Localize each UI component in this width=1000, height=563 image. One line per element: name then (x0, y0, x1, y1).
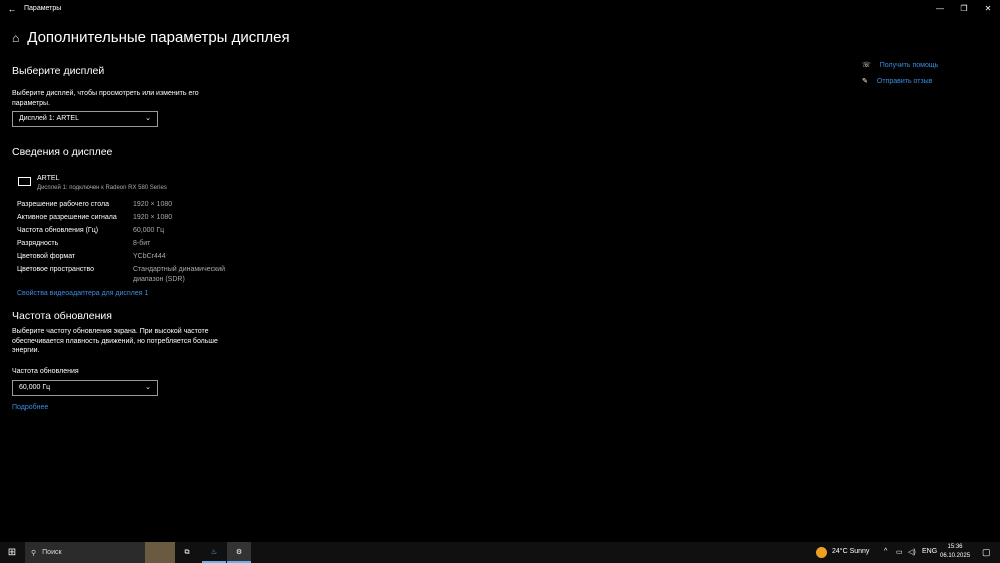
more-info-link[interactable]: Подробнее (12, 404, 48, 411)
refresh-rate-select[interactable]: 60,000 Гц ⌄ (12, 380, 158, 396)
help-icon: ☏ (862, 62, 871, 69)
window-title: Параметры (24, 5, 62, 12)
search-icon: ⚲ (31, 549, 37, 557)
date: 06.10.2025 (940, 553, 971, 559)
info-row: Частота обновления (Гц) 60,000 Гц (17, 226, 243, 239)
chevron-up-icon[interactable]: ^ (884, 548, 887, 555)
weather-sun-icon[interactable] (816, 547, 827, 558)
select-display-heading: Выберите дисплей (12, 65, 105, 77)
start-windows-icon[interactable]: ⊞ (0, 542, 24, 563)
restore-button[interactable]: ❐ (951, 0, 977, 17)
refresh-select-value: 60,000 Гц (19, 384, 51, 391)
network-icon[interactable]: ▭ (896, 548, 903, 556)
adapter-properties-link[interactable]: Свойства видеоадаптера для дисплея 1 (17, 290, 148, 297)
info-key: Частота обновления (Гц) (17, 227, 99, 234)
language-indicator[interactable]: ENG (922, 548, 937, 555)
info-key: Разрешение рабочего стола (17, 201, 110, 208)
back-arrow-icon[interactable]: ← (0, 4, 24, 14)
info-row: Разрядность 8-бит (17, 239, 243, 252)
notifications-icon[interactable]: ▢ (982, 547, 991, 558)
get-help-link[interactable]: ☏ Получить помощь (862, 61, 939, 70)
chevron-down-icon: ⌄ (145, 384, 151, 391)
page-title: ⌂ Дополнительные параметры дисплея (12, 29, 290, 46)
info-row: Активное разрешение сигнала 1920 × 1080 (17, 213, 243, 226)
volume-icon[interactable]: ◁) (908, 548, 916, 556)
home-icon[interactable]: ⌂ (12, 31, 19, 45)
taskbar: ⊞ ⚲ Поиск ⧉ ♨ ⚙ 24°C Sunny ^ ▭ ◁) ENG 15… (0, 542, 1000, 563)
feedback-icon: ✎ (862, 78, 868, 85)
time: 15:36 (947, 544, 963, 550)
settings-gear-icon[interactable]: ⚙ (227, 542, 251, 563)
weather-text[interactable]: 24°C Sunny (832, 548, 869, 555)
info-value: 1920 × 1080 (133, 214, 173, 221)
taskbar-search[interactable]: ⚲ Поиск (25, 542, 175, 563)
display-subtitle: Дисплей 1: подключен к Radeon RX 580 Ser… (37, 185, 167, 191)
info-value: YCbCr444 (133, 253, 166, 260)
display-info-heading: Сведения о дисплее (12, 146, 113, 158)
info-row: Цветовое пространство Стандартный динамич… (17, 265, 243, 287)
feedback-label: Отправить отзыв (876, 77, 933, 85)
info-row: Цветовой формат YCbCr444 (17, 252, 243, 265)
info-key: Активное разрешение сигнала (17, 214, 117, 221)
search-highlight-image (145, 542, 175, 563)
title-bar: ← Параметры — ❐ ✕ (0, 0, 1000, 17)
info-key: Разрядность (17, 240, 59, 247)
info-key: Цветовой формат (17, 253, 76, 260)
info-value: 8-бит (133, 240, 151, 247)
search-placeholder: Поиск (42, 549, 62, 556)
info-key: Цветовое пространство (17, 266, 95, 273)
info-row: Разрешение рабочего стола 1920 × 1080 (17, 200, 243, 213)
refresh-description: Выберите частоту обновления экрана. При … (12, 328, 218, 354)
feedback-link[interactable]: ✎ Отправить отзыв (862, 77, 933, 86)
get-help-label: Получить помощь (879, 61, 939, 69)
select-display-description: Выберите дисплей, чтобы просмотреть или … (12, 90, 199, 107)
display-info-table: Разрешение рабочего стола 1920 × 1080 Акт… (17, 200, 243, 287)
monitor-icon (18, 177, 31, 186)
chevron-down-icon: ⌄ (145, 115, 151, 122)
clock[interactable]: 15:36 06.10.2025 (940, 543, 970, 561)
refresh-label: Частота обновления (12, 368, 79, 375)
steam-icon[interactable]: ♨ (202, 542, 226, 563)
display-select[interactable]: Дисплей 1: ARTEL ⌄ (12, 111, 158, 127)
info-value: 1920 × 1080 (133, 201, 173, 208)
info-value: 60,000 Гц (133, 227, 165, 234)
refresh-heading: Частота обновления (12, 310, 112, 322)
close-button[interactable]: ✕ (975, 0, 1000, 17)
minimize-button[interactable]: — (927, 0, 953, 17)
info-value: Стандартный динамический диапазон (SDR) (133, 266, 226, 283)
display-select-value: Дисплей 1: ARTEL (19, 115, 79, 122)
page-title-text: Дополнительные параметры дисплея (27, 29, 290, 46)
display-name: ARTEL (37, 175, 60, 182)
task-view-icon[interactable]: ⧉ (175, 542, 199, 563)
